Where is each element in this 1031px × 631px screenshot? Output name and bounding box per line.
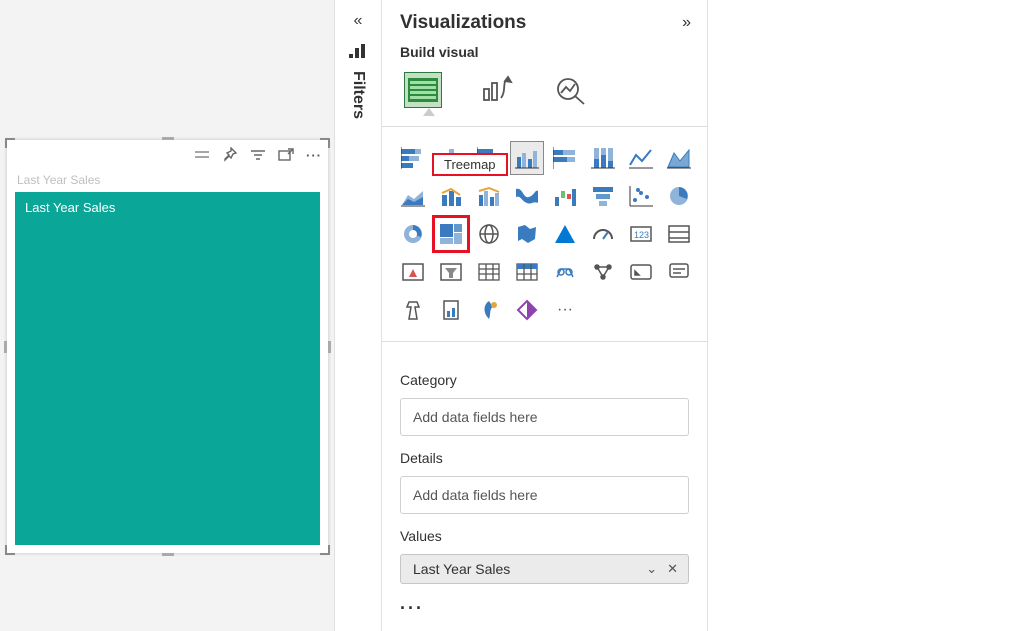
viz-power-automate[interactable]: [510, 293, 544, 327]
viz-python[interactable]: [586, 255, 620, 289]
category-well[interactable]: Add data fields here: [400, 398, 689, 436]
details-well[interactable]: Add data fields here: [400, 476, 689, 514]
collapse-right-icon[interactable]: »: [682, 14, 691, 32]
more-options-icon[interactable]: ···: [304, 145, 324, 165]
viz-map[interactable]: [472, 217, 506, 251]
viz-stacked-area[interactable]: [396, 179, 430, 213]
viz-table[interactable]: [472, 255, 506, 289]
visual-title: Last Year Sales: [17, 173, 100, 187]
resize-handle-ml[interactable]: [4, 341, 7, 353]
resize-handle-mt[interactable]: [162, 137, 174, 140]
viz-treemap[interactable]: [434, 217, 468, 251]
filters-bars-icon: [335, 44, 381, 61]
category-label: Category: [400, 372, 689, 388]
build-visual-label: Build visual: [382, 40, 707, 66]
visual-container[interactable]: ··· Last Year Sales Last Year Sales: [7, 140, 328, 553]
viz-area[interactable]: [662, 141, 696, 175]
drag-handle-icon[interactable]: [192, 145, 212, 165]
build-tabs: [382, 66, 707, 116]
viz-more-visuals[interactable]: ···: [548, 293, 582, 327]
viz-filled-map[interactable]: [510, 217, 544, 251]
viz-key-influencers[interactable]: [624, 255, 658, 289]
viz-qna[interactable]: [662, 255, 696, 289]
viz-100-stacked-column[interactable]: [586, 141, 620, 175]
resize-handle-mb[interactable]: [162, 553, 174, 556]
analytics-tab[interactable]: [552, 72, 590, 108]
viz-pie[interactable]: [662, 179, 696, 213]
viz-ribbon[interactable]: [510, 179, 544, 213]
filter-icon[interactable]: [248, 145, 268, 165]
viz-waterfall[interactable]: [548, 179, 582, 213]
viz-clustered-column[interactable]: [510, 141, 544, 175]
expand-left-icon[interactable]: «: [335, 12, 381, 30]
values-field-name: Last Year Sales: [413, 561, 510, 577]
treemap-visual[interactable]: Last Year Sales: [15, 192, 320, 545]
build-visual-tab[interactable]: [404, 72, 442, 108]
viz-line[interactable]: [624, 141, 658, 175]
focus-mode-icon[interactable]: [276, 145, 296, 165]
viz-100-stacked-bar[interactable]: [548, 141, 582, 175]
filters-label: Filters: [349, 65, 367, 119]
resize-handle-br[interactable]: [320, 545, 330, 555]
viz-gauge[interactable]: [586, 217, 620, 251]
treemap-leaf-label: Last Year Sales: [25, 200, 115, 215]
details-label: Details: [400, 450, 689, 466]
svg-text:123: 123: [634, 230, 649, 240]
format-visual-tab[interactable]: [478, 72, 516, 108]
filters-pane-collapsed[interactable]: « Filters: [334, 0, 382, 631]
viz-slicer[interactable]: [434, 255, 468, 289]
viz-scatter[interactable]: [624, 179, 658, 213]
viz-line-stacked-column[interactable]: [434, 179, 468, 213]
viz-donut[interactable]: [396, 217, 430, 251]
viz-r-script[interactable]: [548, 255, 582, 289]
viz-line-clustered-column[interactable]: [472, 179, 506, 213]
viz-multi-row-card[interactable]: [662, 217, 696, 251]
treemap-tooltip: Treemap: [432, 153, 508, 176]
field-wells: Category Add data fields here Details Ad…: [382, 350, 707, 586]
viz-card[interactable]: 123: [624, 217, 658, 251]
visualizations-title: Visualizations: [400, 12, 526, 34]
viz-paginated-report[interactable]: [434, 293, 468, 327]
report-canvas: ··· Last Year Sales Last Year Sales: [0, 0, 334, 631]
resize-handle-bl[interactable]: [5, 545, 15, 555]
viz-kpi[interactable]: [396, 255, 430, 289]
viz-decomposition-tree[interactable]: [396, 293, 430, 327]
visual-toolbar: ···: [192, 142, 324, 168]
visualization-type-grid: Treemap: [382, 135, 707, 335]
viz-funnel[interactable]: [586, 179, 620, 213]
viz-power-apps[interactable]: [472, 293, 506, 327]
remove-field-icon[interactable]: ✕: [667, 561, 678, 577]
pin-icon[interactable]: [220, 145, 240, 165]
visualizations-pane: Visualizations » Build visual Treemap: [382, 0, 708, 631]
resize-handle-mr[interactable]: [328, 341, 331, 353]
viz-stacked-bar-h[interactable]: [396, 141, 430, 175]
more-fields-icon[interactable]: ···: [382, 586, 707, 631]
values-label: Values: [400, 528, 689, 544]
viz-azure-map[interactable]: [548, 217, 582, 251]
viz-matrix[interactable]: [510, 255, 544, 289]
chevron-down-icon[interactable]: ⌄: [646, 561, 657, 577]
values-field-pill[interactable]: Last Year Sales ⌄ ✕: [400, 554, 689, 584]
resize-handle-tl[interactable]: [5, 138, 15, 148]
